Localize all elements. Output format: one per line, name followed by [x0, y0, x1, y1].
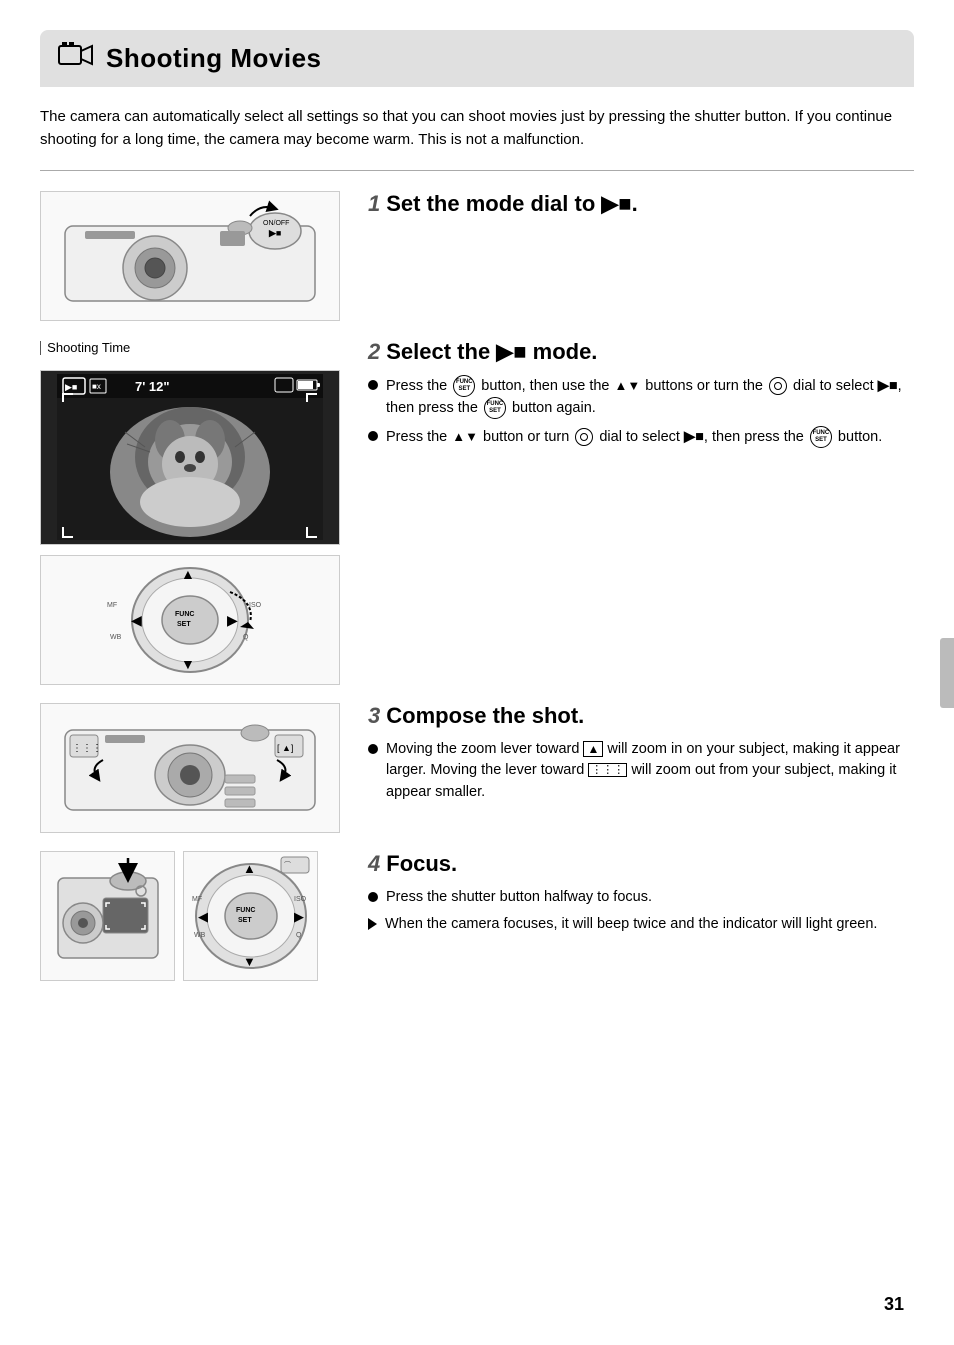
step-4-images-row: ▲ ▼ ◀ ▶ FUNC SET MF ISO WB Q [40, 851, 340, 981]
step-4-bullet-2-text: When the camera focuses, it will beep tw… [385, 914, 877, 936]
step-2-bullet-2-text: Press the ▲▼ button or turn dial to sele… [386, 426, 882, 449]
step-4-title-block: 4 Focus. [368, 851, 914, 877]
step-4-image-shutter [40, 851, 175, 981]
svg-text:▲: ▲ [243, 861, 256, 876]
svg-text:Q: Q [296, 932, 302, 939]
svg-text:◀: ◀ [198, 909, 208, 924]
step-4-row: ▲ ▼ ◀ ▶ FUNC SET MF ISO WB Q [40, 851, 914, 981]
svg-text:▶■: ▶■ [268, 228, 281, 238]
step-4-image-func: ▲ ▼ ◀ ▶ FUNC SET MF ISO WB Q [183, 851, 318, 981]
svg-text:▶■: ▶■ [65, 382, 77, 392]
page-number: 31 [884, 1294, 904, 1315]
svg-text:[ ▲]: [ ▲] [277, 743, 293, 753]
step-4-bullet-2: When the camera focuses, it will beep tw… [368, 914, 914, 936]
step-4-title: Focus. [386, 851, 457, 877]
step-2-images: Shooting Time ▶■ ■x 7' 12" [40, 339, 340, 685]
step-3-number: 3 [368, 703, 380, 729]
step-1-row: ON/OFF ▶■ [40, 191, 914, 321]
svg-text:Q: Q [243, 634, 249, 641]
bullet-arrow-icon [368, 918, 377, 930]
svg-text:▼: ▼ [243, 954, 256, 969]
svg-text:⋮⋮⋮: ⋮⋮⋮ [72, 743, 102, 754]
svg-text:MF: MF [107, 602, 117, 609]
page: Shooting Movies The camera can automatic… [0, 0, 954, 1345]
tele-icon: ▲ [583, 741, 603, 757]
func-set-icon-2: FUNCSET [484, 397, 506, 419]
updown-icon: ▲▼ [615, 378, 641, 393]
step-2-title-block: 2 Select the ▶■ mode. [368, 339, 914, 365]
func-set-icon-3: FUNCSET [810, 426, 832, 448]
step-1-image: ON/OFF ▶■ [40, 191, 340, 321]
svg-text:FUNC: FUNC [175, 611, 194, 618]
step-1-number: 1 [368, 191, 380, 217]
svg-text:◀: ◀ [131, 612, 142, 628]
step-3-image: ⋮⋮⋮ [ ▲] [40, 703, 340, 833]
page-header: Shooting Movies [40, 30, 914, 87]
svg-text:MF: MF [192, 896, 202, 903]
step-2-bullet-1-text: Press the FUNCSET button, then use the ▲… [386, 375, 914, 420]
movie-camera-icon [58, 40, 94, 77]
step-2-bullets: Press the FUNCSET button, then use the ▲… [368, 375, 914, 449]
bullet-dot-icon [368, 380, 378, 390]
step-3-images: ⋮⋮⋮ [ ▲] [40, 703, 340, 833]
svg-text:▼: ▼ [181, 656, 195, 672]
func-set-icon: FUNCSET [453, 375, 475, 397]
wide-icon: ⋮⋮⋮ [588, 763, 627, 777]
shooting-time-label-container: Shooting Time [40, 339, 340, 356]
step-2-content: 2 Select the ▶■ mode. Press the FUNCSET … [340, 339, 914, 455]
svg-text:⌒: ⌒ [284, 861, 291, 869]
bullet-dot-icon-2 [368, 431, 378, 441]
step-1-content: 1 Set the mode dial to ▶■. [340, 191, 914, 227]
svg-text:▲: ▲ [181, 566, 195, 582]
step-2-func-image: ▲ ▼ ◀ ▶ FUNC SET MF ISO WB Q [40, 555, 340, 685]
step-3-title: Compose the shot. [386, 703, 584, 729]
step-3-bullet-1: Moving the zoom lever toward ▲ will zoom… [368, 739, 914, 804]
step-4-content: 4 Focus. Press the shutter button halfwa… [340, 851, 914, 943]
svg-text:▶: ▶ [294, 909, 304, 924]
movie-mode-icon: ▶■ [878, 377, 898, 393]
step-3-title-block: 3 Compose the shot. [368, 703, 914, 729]
step-1-title-block: 1 Set the mode dial to ▶■. [368, 191, 914, 217]
bullet-dot-icon-3 [368, 744, 378, 754]
step-4-bullets: Press the shutter button halfway to focu… [368, 887, 914, 937]
svg-text:ISO: ISO [294, 896, 307, 903]
step-4-bullet-1: Press the shutter button halfway to focu… [368, 887, 914, 909]
step-2-bullet-2: Press the ▲▼ button or turn dial to sele… [368, 426, 914, 449]
step-3-row: ⋮⋮⋮ [ ▲] [40, 703, 914, 833]
step-3-content: 3 Compose the shot. Moving the zoom leve… [340, 703, 914, 810]
step-2-image-dog: ▶■ ■x 7' 12" [40, 370, 340, 545]
svg-text:▶: ▶ [227, 612, 238, 628]
svg-text:ISO: ISO [249, 602, 262, 609]
step-1-title: Set the mode dial to ▶■. [386, 191, 637, 217]
shooting-time-label: Shooting Time [47, 340, 130, 355]
svg-text:SET: SET [238, 917, 252, 924]
updown-icon-2: ▲▼ [452, 429, 478, 444]
dial-icon-2 [575, 428, 593, 446]
dial-icon [769, 377, 787, 395]
svg-text:7' 12": 7' 12" [135, 379, 170, 394]
page-tab [940, 638, 954, 708]
step-3-bullets: Moving the zoom lever toward ▲ will zoom… [368, 739, 914, 804]
page-title: Shooting Movies [106, 43, 322, 74]
label-line [40, 341, 41, 355]
svg-text:ON/OFF: ON/OFF [263, 220, 289, 227]
svg-text:FUNC: FUNC [236, 907, 255, 914]
svg-text:WB: WB [110, 634, 122, 641]
step-4-number: 4 [368, 851, 380, 877]
step-2-title: Select the ▶■ mode. [386, 339, 597, 365]
movie-mode-icon-2: ▶■ [684, 428, 704, 444]
bullet-dot-icon-4 [368, 892, 378, 902]
step-2-bullet-1: Press the FUNCSET button, then use the ▲… [368, 375, 914, 420]
step-3-bullet-1-text: Moving the zoom lever toward ▲ will zoom… [386, 739, 914, 804]
svg-text:SET: SET [177, 621, 191, 628]
step-4-images: ▲ ▼ ◀ ▶ FUNC SET MF ISO WB Q [40, 851, 340, 981]
step-4-bullet-1-text: Press the shutter button halfway to focu… [386, 887, 652, 909]
step-2-row: Shooting Time ▶■ ■x 7' 12" [40, 339, 914, 685]
svg-text:WB: WB [194, 932, 206, 939]
step-1-images: ON/OFF ▶■ [40, 191, 340, 321]
step-2-number: 2 [368, 339, 380, 365]
intro-text: The camera can automatically select all … [40, 105, 914, 171]
svg-text:■x: ■x [92, 382, 101, 391]
